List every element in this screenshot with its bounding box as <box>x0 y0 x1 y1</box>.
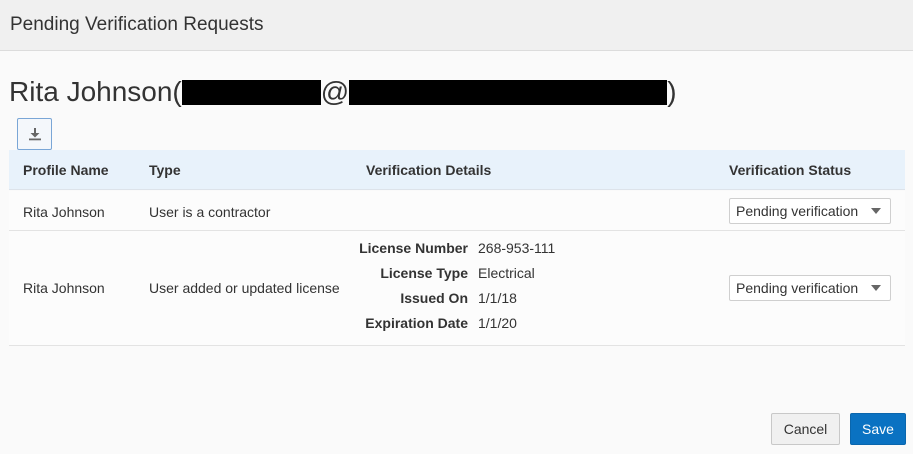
heading-close-paren: ) <box>667 76 677 107</box>
detail-value-issued-on: 1/1/18 <box>478 290 517 306</box>
verification-status-select[interactable]: Pending verification <box>729 198 891 224</box>
save-button[interactable]: Save <box>850 413 906 445</box>
person-heading: Rita Johnson( @ ) <box>9 74 677 110</box>
table-row: Rita Johnson User is a contractor Pendin… <box>9 191 905 231</box>
email-at-sign: @ <box>320 76 350 107</box>
cancel-button[interactable]: Cancel <box>771 413 840 445</box>
verification-status-value: Pending verification <box>736 203 859 219</box>
header-verification-details: Verification Details <box>366 162 492 178</box>
detail-label-license-type: License Type <box>380 265 468 281</box>
detail-label-expiration-date: Expiration Date <box>365 315 468 331</box>
download-icon <box>28 128 41 141</box>
dialog-title: Pending Verification Requests <box>10 14 264 35</box>
detail-value-license-number: 268-953-111 <box>478 240 556 256</box>
detail-label-issued-on: Issued On <box>400 290 468 306</box>
header-verification-status: Verification Status <box>729 162 852 178</box>
table-row: Rita Johnson User added or updated licen… <box>9 231 905 346</box>
chevron-down-icon <box>871 208 881 214</box>
row-type: User is a contractor <box>149 204 271 220</box>
detail-value-license-type: Electrical <box>478 265 535 281</box>
redacted-email-domain <box>349 79 668 105</box>
verification-status-select[interactable]: Pending verification <box>729 275 891 301</box>
header-profile-name: Profile Name <box>23 162 109 178</box>
dialog-header: Pending Verification Requests <box>0 0 913 51</box>
header-type: Type <box>149 162 181 178</box>
table-header: Profile Name Type Verification Details V… <box>9 150 905 190</box>
download-button[interactable] <box>17 118 52 150</box>
person-name: Rita Johnson( <box>9 76 182 107</box>
row-profile-name: Rita Johnson <box>23 280 105 296</box>
verification-status-value: Pending verification <box>736 280 859 296</box>
chevron-down-icon <box>871 285 881 291</box>
row-profile-name: Rita Johnson <box>23 204 105 220</box>
redacted-email-user <box>181 79 321 105</box>
detail-value-expiration-date: 1/1/20 <box>478 315 517 331</box>
detail-label-license-number: License Number <box>359 240 468 256</box>
